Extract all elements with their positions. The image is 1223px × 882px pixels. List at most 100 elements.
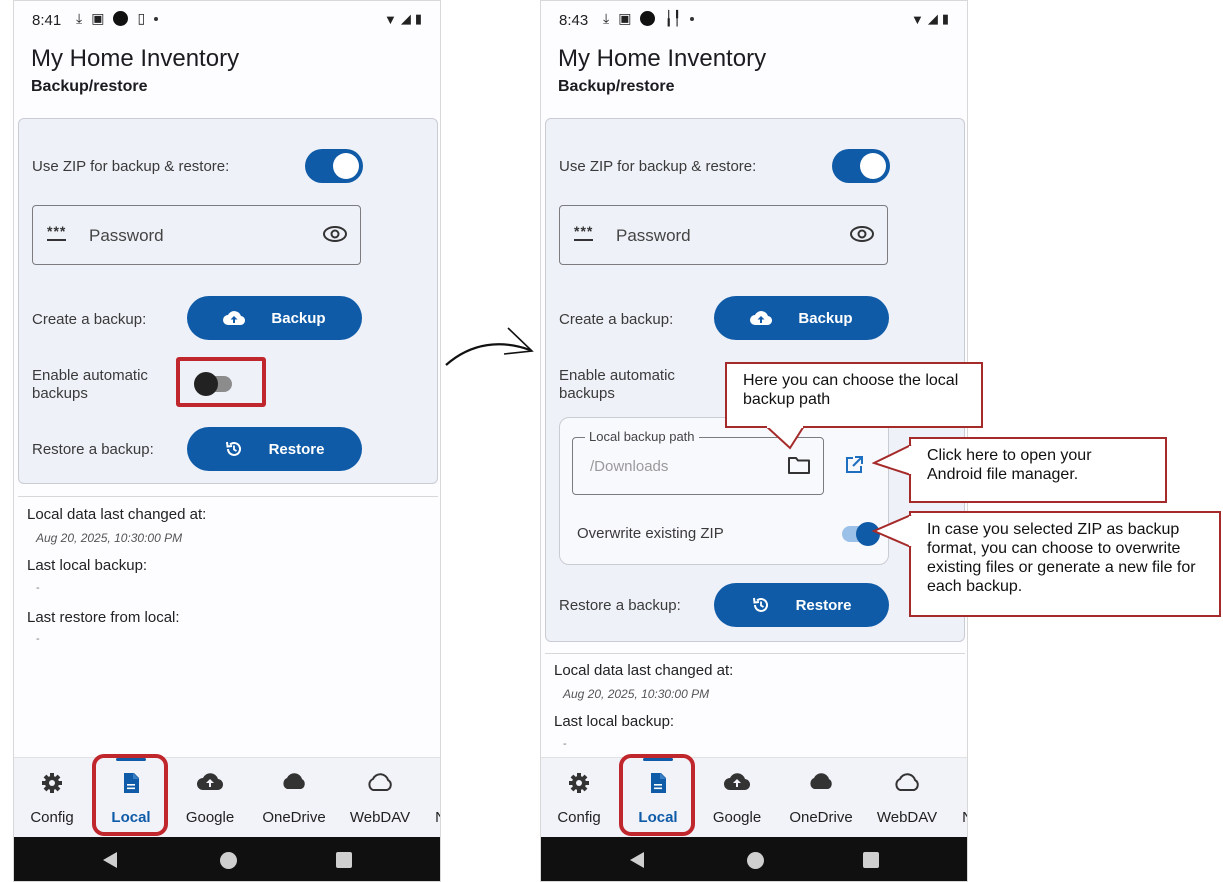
callout-overwrite: In case you selected ZIP as backup forma… xyxy=(909,511,1221,617)
password-field[interactable]: *** Password xyxy=(559,205,888,265)
restore-label: Restore a backup: xyxy=(559,597,681,614)
history-icon xyxy=(752,596,770,614)
home-icon[interactable] xyxy=(220,852,237,869)
create-backup-label: Create a backup: xyxy=(32,311,147,328)
nav-config[interactable]: Config xyxy=(541,758,619,838)
cloud-outline-icon xyxy=(366,772,394,797)
local-changed-label: Local data last changed at: xyxy=(27,506,207,523)
cloud-icon xyxy=(807,772,835,795)
recent-apps-icon[interactable] xyxy=(336,852,352,868)
nav-config[interactable]: Config xyxy=(14,758,92,838)
more-notifications-icon xyxy=(690,16,695,21)
status-bar: 8:41 ⤓ ▣ ▯ ▼ ◢ ▮ xyxy=(14,1,440,39)
bottom-navigation: Config Local Google OneDrive WebDAV xyxy=(541,757,967,837)
system-navigation-bar xyxy=(14,837,440,881)
history-icon xyxy=(225,440,243,458)
open-in-new-icon[interactable] xyxy=(844,455,864,480)
gear-icon xyxy=(568,772,590,799)
overwrite-label: Overwrite existing ZIP xyxy=(577,525,724,542)
wifi-icon: ▼ xyxy=(383,11,397,27)
app-notification-icon: ▣ xyxy=(91,10,105,26)
record-icon xyxy=(640,11,656,26)
back-icon[interactable] xyxy=(630,852,644,868)
bottom-navigation: Config Local Google OneDrive WebDAV xyxy=(14,757,440,837)
last-backup-value: - xyxy=(563,738,567,750)
nav-google[interactable]: Google xyxy=(697,758,777,838)
backup-button[interactable]: Backup xyxy=(187,296,362,340)
cloud-upload-icon xyxy=(750,310,773,326)
nav-webdav[interactable]: WebDAV xyxy=(867,758,947,838)
back-icon[interactable] xyxy=(103,852,117,868)
phone-status-icon: ▯ xyxy=(137,10,146,26)
nav-more-truncated[interactable]: N xyxy=(962,809,967,826)
backup-settings-card: Use ZIP for backup & restore: *** Passwo… xyxy=(18,118,438,484)
eye-icon[interactable] xyxy=(322,223,348,250)
password-icon: *** xyxy=(47,223,67,241)
restore-button[interactable]: Restore xyxy=(187,427,362,471)
create-backup-label: Create a backup: xyxy=(559,311,674,328)
local-changed-value: Aug 20, 2025, 10:30:00 PM xyxy=(36,531,183,545)
auto-backup-label: Enable automatic backups xyxy=(559,367,675,402)
nav-webdav[interactable]: WebDAV xyxy=(340,758,420,838)
cloud-outline-icon xyxy=(893,772,921,797)
system-navigation-bar xyxy=(541,837,967,881)
last-restore-label: Last restore from local: xyxy=(27,609,180,626)
gear-icon xyxy=(41,772,63,799)
cloud-upload-icon xyxy=(724,772,751,797)
nav-onedrive[interactable]: OneDrive xyxy=(254,758,334,838)
local-tab-highlight xyxy=(92,754,168,836)
last-backup-value: - xyxy=(36,582,40,594)
password-placeholder: Password xyxy=(89,226,164,245)
password-icon: *** xyxy=(574,223,594,241)
cloud-icon xyxy=(280,772,308,795)
local-backup-path-value: /Downloads xyxy=(590,458,669,475)
restore-button[interactable]: Restore xyxy=(714,583,889,627)
status-bar: 8:43 ⤓ ▣ ╽╿ ▼ ◢ ▮ xyxy=(541,1,967,39)
battery-icon: ▮ xyxy=(941,11,949,26)
signal-icon: ◢ xyxy=(400,11,411,26)
local-changed-label: Local data last changed at: xyxy=(554,662,734,679)
callout-file-manager: Click here to open your Android file man… xyxy=(909,437,1167,503)
status-time: 8:43 xyxy=(559,12,589,29)
cloud-upload-icon xyxy=(197,772,224,797)
callout-tail xyxy=(765,426,805,450)
download-icon: ⤓ xyxy=(76,10,83,26)
last-restore-value: - xyxy=(36,633,40,645)
battery-icon: ▮ xyxy=(414,11,422,26)
home-icon[interactable] xyxy=(747,852,764,869)
restore-label: Restore a backup: xyxy=(32,441,154,458)
auto-backup-settings: Local backup path /Downloads Overwrite e… xyxy=(559,417,889,565)
app-title: My Home Inventory xyxy=(31,45,240,72)
record-icon xyxy=(113,11,129,26)
auto-backup-highlight xyxy=(176,357,266,407)
callout-tail xyxy=(872,514,912,548)
zip-toggle[interactable] xyxy=(305,149,363,183)
signal-icon: ◢ xyxy=(927,11,938,26)
backup-button[interactable]: Backup xyxy=(714,296,889,340)
nav-onedrive[interactable]: OneDrive xyxy=(781,758,861,838)
nav-more-truncated[interactable]: N xyxy=(435,809,440,826)
recent-apps-icon[interactable] xyxy=(863,852,879,868)
section-divider xyxy=(545,653,965,654)
auto-backup-label: Enable automatic backups xyxy=(32,367,148,402)
local-backup-path-legend: Local backup path xyxy=(585,429,699,444)
password-field[interactable]: *** Password xyxy=(32,205,361,265)
zip-toggle[interactable] xyxy=(832,149,890,183)
more-notifications-icon xyxy=(154,16,159,21)
transition-arrow xyxy=(445,327,534,366)
password-placeholder: Password xyxy=(616,226,691,245)
page-subtitle: Backup/restore xyxy=(31,78,148,95)
page-subtitle: Backup/restore xyxy=(558,78,675,95)
eye-icon[interactable] xyxy=(849,223,875,250)
folder-icon[interactable] xyxy=(787,455,811,480)
app-title: My Home Inventory xyxy=(558,45,767,72)
phone-screen-after: 8:43 ⤓ ▣ ╽╿ ▼ ◢ ▮ My Home Inventory Back… xyxy=(540,0,968,882)
nav-google[interactable]: Google xyxy=(170,758,250,838)
zip-label: Use ZIP for backup & restore: xyxy=(559,158,757,175)
phone-screen-before: 8:41 ⤓ ▣ ▯ ▼ ◢ ▮ My Home Inventory Backu… xyxy=(13,0,441,882)
wifi-icon: ▼ xyxy=(910,11,924,27)
download-icon: ⤓ xyxy=(603,10,610,26)
section-divider xyxy=(18,496,438,497)
status-time: 8:41 xyxy=(32,12,62,29)
local-changed-value: Aug 20, 2025, 10:30:00 PM xyxy=(563,687,710,701)
